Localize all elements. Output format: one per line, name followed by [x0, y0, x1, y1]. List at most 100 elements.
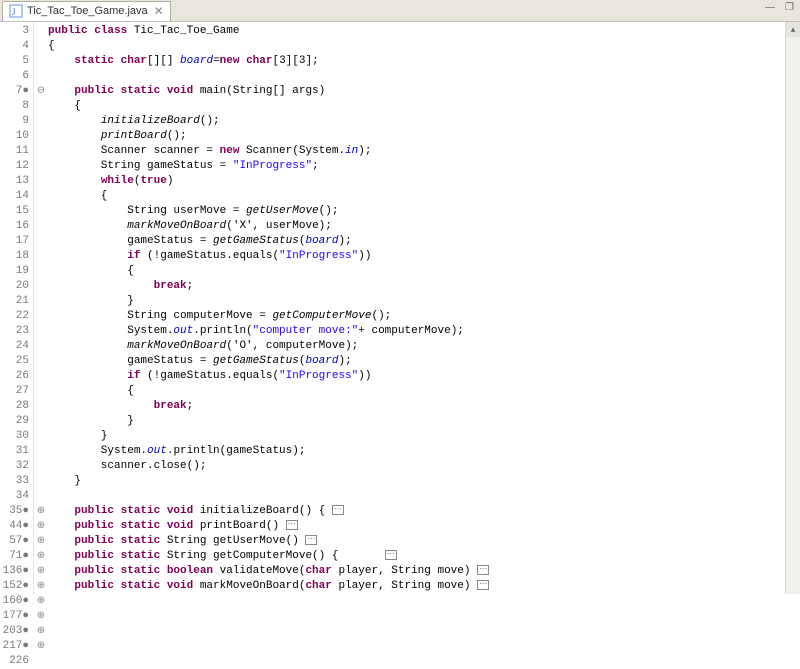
fold-marker[interactable]: ⊕	[34, 624, 48, 639]
fold-marker[interactable]: ⊕	[34, 609, 48, 624]
code-line[interactable]: {	[48, 264, 800, 279]
code-line[interactable]: {	[48, 189, 800, 204]
code-line[interactable]: markMoveOnBoard('X', userMove);	[48, 219, 800, 234]
line-number: 57●	[0, 534, 29, 549]
fold-marker	[34, 114, 48, 129]
code-line[interactable]: scanner.close();	[48, 459, 800, 474]
line-number: 34	[0, 489, 29, 504]
code-line[interactable]: break;	[48, 279, 800, 294]
vertical-scrollbar[interactable]: ▴	[785, 22, 800, 594]
close-tab-icon[interactable]: ✕	[154, 4, 164, 18]
code-line[interactable]: if (!gameStatus.equals("InProgress"))	[48, 369, 800, 384]
code-line[interactable]: public static String getUserMove() ⋯	[48, 534, 800, 549]
code-line[interactable]: System.out.println("computer move:"+ com…	[48, 324, 800, 339]
code-line[interactable]: {	[48, 384, 800, 399]
scroll-up-arrow[interactable]: ▴	[786, 22, 800, 37]
code-line[interactable]: markMoveOnBoard('O', computerMove);	[48, 339, 800, 354]
code-line[interactable]: if (!gameStatus.equals("InProgress"))	[48, 249, 800, 264]
fold-marker	[34, 189, 48, 204]
fold-marker[interactable]: ⊖	[34, 84, 48, 99]
line-number: 17	[0, 234, 29, 249]
fold-marker	[34, 279, 48, 294]
line-number: 203●	[0, 624, 29, 639]
fold-marker[interactable]: ⊕	[34, 639, 48, 654]
code-line[interactable]: printBoard();	[48, 129, 800, 144]
line-number-gutter[interactable]: 34567●8910111213141516171819202122232425…	[0, 22, 34, 594]
code-line[interactable]: public static void markMoveOnBoard(char …	[48, 579, 800, 594]
fold-marker[interactable]: ⊕	[34, 579, 48, 594]
code-line[interactable]: }	[48, 474, 800, 489]
fold-marker	[34, 354, 48, 369]
code-line[interactable]: String computerMove = getComputerMove();	[48, 309, 800, 324]
fold-marker	[34, 369, 48, 384]
fold-marker	[34, 459, 48, 474]
code-content[interactable]: public class Tic_Tac_Toe_Game{ static ch…	[48, 22, 800, 594]
folded-indicator-icon[interactable]: ⋯	[477, 565, 489, 575]
line-number: 30	[0, 429, 29, 444]
code-line[interactable]: }	[48, 414, 800, 429]
line-number: 24	[0, 339, 29, 354]
folded-indicator-icon[interactable]: ⋯	[305, 535, 317, 545]
code-line[interactable]	[48, 489, 800, 504]
fold-marker[interactable]: ⊕	[34, 519, 48, 534]
fold-marker	[34, 234, 48, 249]
code-line[interactable]: public static String getComputerMove() {…	[48, 549, 800, 564]
line-number: 33	[0, 474, 29, 489]
fold-marker[interactable]: ⊕	[34, 564, 48, 579]
line-number: 217●	[0, 639, 29, 654]
code-line[interactable]: initializeBoard();	[48, 114, 800, 129]
code-line[interactable]: public static void main(String[] args)	[48, 84, 800, 99]
fold-marker[interactable]: ⊕	[34, 504, 48, 519]
fold-marker	[34, 474, 48, 489]
line-number: 71●	[0, 549, 29, 564]
folded-indicator-icon[interactable]: ⋯	[477, 580, 489, 590]
line-number: 15	[0, 204, 29, 219]
code-line[interactable]: public static void printBoard() ⋯	[48, 519, 800, 534]
fold-marker[interactable]: ⊕	[34, 549, 48, 564]
fold-marker	[34, 399, 48, 414]
code-line[interactable]: String gameStatus = "InProgress";	[48, 159, 800, 174]
java-file-icon: J	[9, 4, 23, 18]
fold-marker	[34, 24, 48, 39]
code-line[interactable]: {	[48, 99, 800, 114]
folded-indicator-icon[interactable]: ⋯	[286, 520, 298, 530]
code-line[interactable]: public class Tic_Tac_Toe_Game	[48, 24, 800, 39]
line-number: 18	[0, 249, 29, 264]
code-line[interactable]: break;	[48, 399, 800, 414]
fold-marker	[34, 294, 48, 309]
fold-marker[interactable]: ⊕	[34, 594, 48, 609]
line-number: 160●	[0, 594, 29, 609]
editor-tab[interactable]: J Tic_Tac_Toe_Game.java ✕	[2, 1, 171, 21]
fold-column[interactable]: ⊖⊕⊕⊕⊕⊕⊕⊕⊕⊕⊕	[34, 22, 48, 594]
fold-marker	[34, 444, 48, 459]
code-line[interactable]: Scanner scanner = new Scanner(System.in)…	[48, 144, 800, 159]
code-line[interactable]: gameStatus = getGameStatus(board);	[48, 234, 800, 249]
fold-marker	[34, 309, 48, 324]
fold-marker[interactable]: ⊕	[34, 534, 48, 549]
fold-marker	[34, 339, 48, 354]
fold-marker	[34, 264, 48, 279]
code-line[interactable]: public static boolean validateMove(char …	[48, 564, 800, 579]
code-line[interactable]: static char[][] board=new char[3][3];	[48, 54, 800, 69]
line-number: 23	[0, 324, 29, 339]
fold-marker	[34, 99, 48, 114]
line-number: 35●	[0, 504, 29, 519]
code-line[interactable]: public static void initializeBoard() { ⋯	[48, 504, 800, 519]
folded-indicator-icon[interactable]: ⋯	[385, 550, 397, 560]
minimize-button[interactable]: —	[765, 2, 775, 13]
line-number: 26	[0, 369, 29, 384]
folded-indicator-icon[interactable]: ⋯	[332, 505, 344, 515]
code-line[interactable]: String userMove = getUserMove();	[48, 204, 800, 219]
code-line[interactable]: }	[48, 294, 800, 309]
code-line[interactable]: {	[48, 39, 800, 54]
code-line[interactable]: System.out.println(gameStatus);	[48, 444, 800, 459]
maximize-button[interactable]: ❐	[785, 2, 794, 13]
fold-marker	[34, 219, 48, 234]
code-line[interactable]: while(true)	[48, 174, 800, 189]
code-line[interactable]: }	[48, 429, 800, 444]
code-line[interactable]: gameStatus = getGameStatus(board);	[48, 354, 800, 369]
code-line[interactable]	[48, 69, 800, 84]
line-number: 22	[0, 309, 29, 324]
line-number: 31	[0, 444, 29, 459]
line-number: 21	[0, 294, 29, 309]
